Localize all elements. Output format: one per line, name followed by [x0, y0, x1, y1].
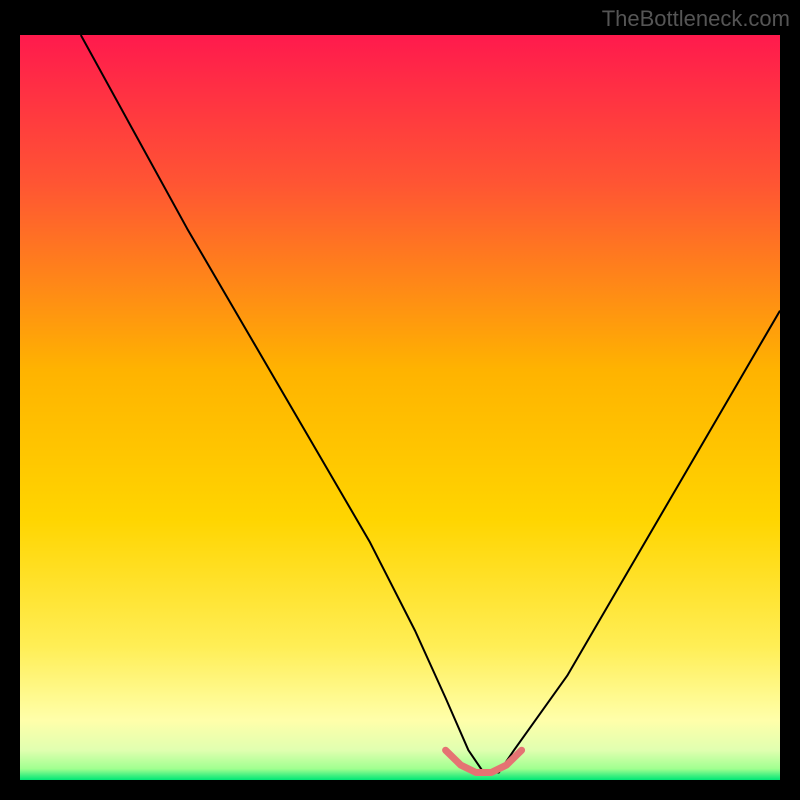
chart-background [20, 35, 780, 780]
bottleneck-chart [20, 35, 780, 780]
chart-container [20, 35, 780, 780]
watermark-text: TheBottleneck.com [602, 6, 790, 32]
